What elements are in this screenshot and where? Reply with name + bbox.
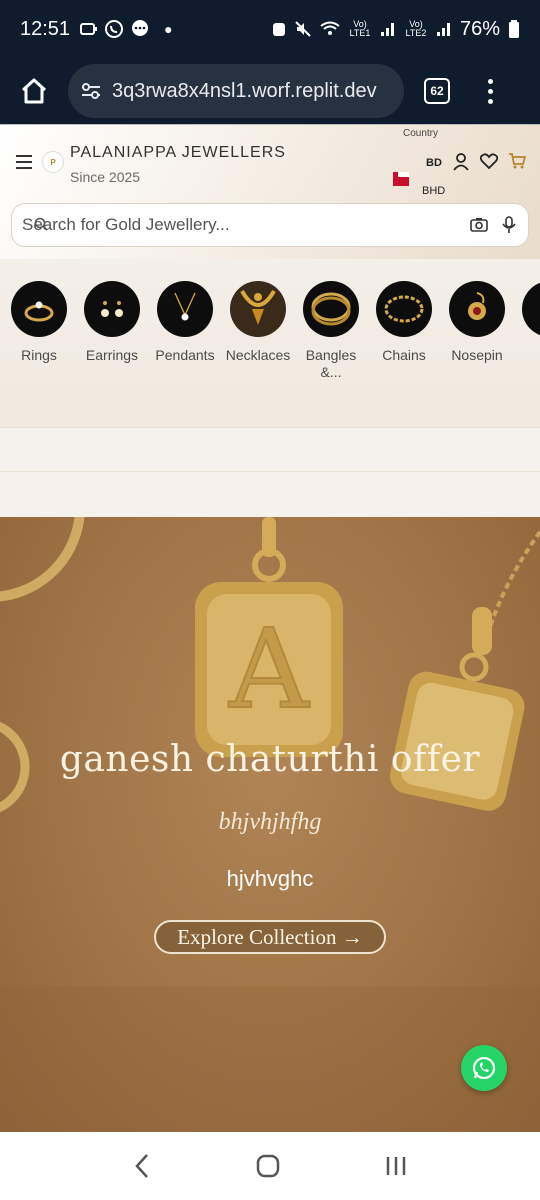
browser-menu-button[interactable]: [488, 78, 493, 104]
currency-label: BHD: [422, 185, 446, 197]
bangles-icon: [303, 281, 359, 337]
battery-percent: 76%: [459, 17, 500, 40]
signal1-icon: [380, 23, 394, 36]
category-necklaces[interactable]: Necklaces: [226, 281, 290, 381]
signal2-icon: [436, 23, 450, 36]
cast-icon: [80, 23, 98, 35]
necklace-icon: [230, 281, 286, 337]
category-label: Bangles &...: [305, 347, 357, 380]
nosepin-icon: [449, 281, 505, 337]
system-icons: Vo) LTE1 Vo) LTE2 76%: [272, 18, 520, 41]
hero-body-text: hjvhvghc: [226, 866, 314, 891]
browser-toolbar: 3q3rwa8x4nsl1.worf.replit.dev 62: [0, 58, 540, 124]
search-input[interactable]: [20, 215, 470, 235]
search-bar[interactable]: [11, 203, 529, 247]
wifi-icon: [320, 21, 340, 35]
camera-search-icon[interactable]: [470, 217, 488, 233]
whatsapp-notif-icon: [105, 20, 124, 38]
hamburger-line: [16, 155, 32, 157]
url-text: 3q3rwa8x4nsl1.worf.replit.dev: [112, 79, 377, 102]
category-label: Earrings: [85, 347, 139, 363]
tab-switcher-button[interactable]: 62: [424, 78, 450, 104]
menu-dot: [488, 78, 493, 84]
section-divider: [0, 471, 540, 517]
hamburger-line: [16, 167, 32, 169]
menu-dot: [488, 98, 493, 104]
earrings-icon: [84, 281, 140, 337]
back-icon[interactable]: [132, 1153, 152, 1179]
section-divider: [0, 427, 540, 471]
category-earrings[interactable]: Earrings: [84, 281, 140, 381]
menu-dot: [488, 88, 493, 94]
ring-icon: [11, 281, 67, 337]
status-time: 12:51: [20, 17, 71, 40]
wishlist-heart-icon[interactable]: [480, 153, 498, 169]
hero-banner[interactable]: A ganesh chaturthi offer bhjvhjhfhg hjvh…: [0, 517, 540, 1132]
volte1-label: Vo) LTE1: [349, 19, 371, 38]
whatsapp-icon: [472, 1056, 496, 1080]
explore-collection-button[interactable]: Explore Collection →: [154, 920, 386, 954]
whatsapp-chat-button[interactable]: [461, 1045, 507, 1091]
home-icon: [21, 78, 47, 104]
svg-text:A: A: [228, 605, 310, 733]
category-chains[interactable]: Chains: [376, 281, 432, 381]
category-label: Necklaces: [225, 347, 291, 363]
hero-subtitle: bhjvhjhfhg: [218, 809, 322, 835]
category-rings[interactable]: Rings: [11, 281, 67, 381]
battery-icon: [509, 20, 519, 38]
brand-logo[interactable]: P: [42, 151, 64, 173]
chain-icon: [376, 281, 432, 337]
home-button[interactable]: [12, 69, 56, 113]
site-settings-icon[interactable]: [80, 82, 102, 100]
category-pendants[interactable]: Pendants: [155, 281, 215, 381]
alarm-icon: [272, 23, 285, 36]
category-label: Pendants: [155, 347, 215, 363]
country-flag-icon[interactable]: [393, 172, 409, 186]
hamburger-menu-icon[interactable]: [16, 155, 32, 173]
pendant-icon: [157, 281, 213, 337]
category-partial[interactable]: [522, 281, 540, 381]
more-notifs-dot-icon: ●: [164, 21, 173, 37]
country-selector[interactable]: BD: [426, 157, 442, 169]
category-label: Chains: [382, 347, 426, 363]
category-label: Rings: [21, 347, 57, 363]
hero-title: ganesh chaturthi offer: [59, 739, 481, 780]
status-bar: 12:51 ● Vo) LTE1 Vo) LTE2 76%: [0, 0, 540, 58]
cart-icon[interactable]: [508, 153, 526, 169]
home-nav-icon[interactable]: [256, 1154, 280, 1178]
notification-icons: ●: [80, 19, 173, 39]
address-bar[interactable]: 3q3rwa8x4nsl1.worf.replit.dev: [68, 64, 404, 118]
recents-icon[interactable]: [384, 1154, 408, 1178]
hamburger-line: [16, 161, 32, 163]
site-header: P PALANIAPPA JEWELLERS Since 2025 Countr…: [0, 124, 540, 259]
message-notif-icon: [132, 20, 149, 36]
category-carousel: Rings Earrings Pendants Necklaces Bangle…: [0, 259, 540, 427]
more-category-icon: [522, 281, 540, 337]
volte2-label: Vo) LTE2: [405, 19, 427, 38]
category-bangles[interactable]: Bangles &...: [303, 281, 359, 381]
country-label: Country: [403, 128, 439, 139]
brand-tagline: Since 2025: [70, 169, 141, 185]
voice-search-icon[interactable]: [502, 216, 516, 234]
user-account-icon[interactable]: [453, 153, 469, 171]
brand-name[interactable]: PALANIAPPA JEWELLERS: [70, 144, 286, 162]
mute-icon: [295, 21, 311, 37]
category-nosepin[interactable]: Nosepin: [449, 281, 505, 381]
search-icon: [34, 217, 48, 236]
category-label: Nosepin: [451, 347, 503, 363]
system-navigation-bar: [0, 1132, 540, 1200]
